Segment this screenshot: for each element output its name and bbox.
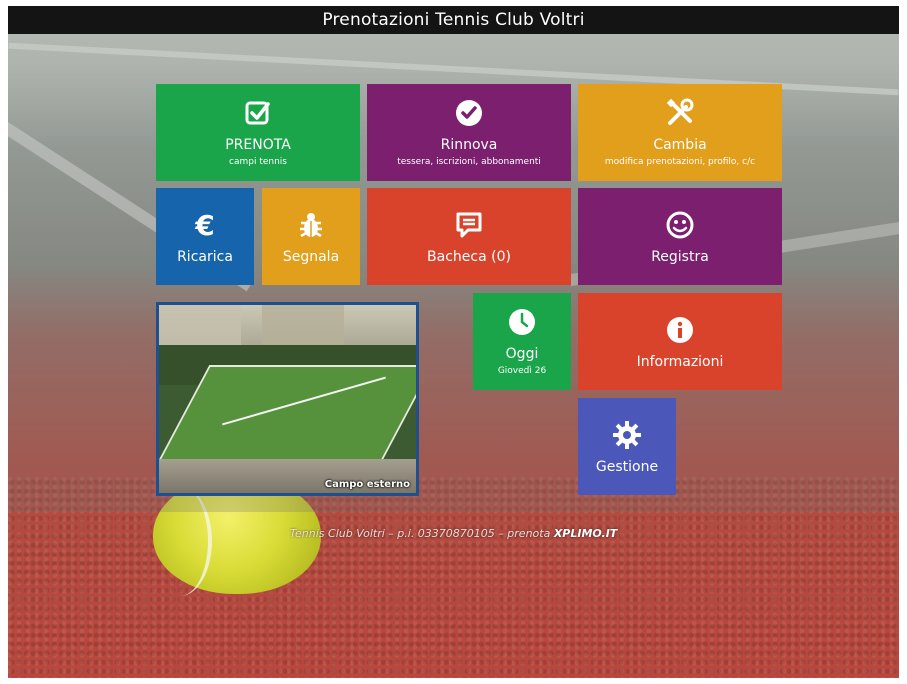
footer-separator: – — [498, 527, 508, 540]
euro-icon: € — [194, 209, 214, 241]
clock-icon — [509, 309, 535, 335]
cambia-label: Cambia — [653, 137, 707, 153]
bacheca-label: Bacheca (0) — [427, 248, 511, 265]
svg-text:€: € — [194, 209, 214, 241]
footer-brand-link[interactable]: XPLIMO.IT — [554, 527, 617, 540]
smiley-icon — [666, 211, 694, 238]
oggi-tile[interactable]: Oggi Giovedì 26 — [473, 293, 571, 390]
court-photo[interactable]: Campo esterno — [156, 302, 419, 496]
bacheca-tile[interactable]: Bacheca (0) — [367, 188, 571, 285]
footer-prenota-prefix: prenota — [507, 527, 551, 540]
informazioni-tile[interactable]: Informazioni — [578, 293, 782, 390]
oggi-date: Giovedì 26 — [497, 366, 547, 376]
segnala-tile[interactable]: Segnala — [262, 188, 360, 285]
footer-club: Tennis Club Voltri — [289, 527, 385, 540]
gestione-tile[interactable]: Gestione — [578, 398, 676, 495]
footer: Tennis Club Voltri – p.i. 03370870105 – … — [0, 527, 907, 540]
gestione-label: Gestione — [595, 458, 659, 475]
tools-icon — [666, 98, 694, 125]
checkbox-icon — [245, 101, 270, 125]
ricarica-label: Ricarica — [177, 248, 233, 265]
photo-caption: Campo esterno — [324, 479, 410, 490]
cambia-sublabel: modifica prenotazioni, profilo, c/c — [604, 157, 756, 167]
header-bar: Prenotazioni Tennis Club Voltri — [8, 6, 899, 34]
prenota-label: PRENOTA — [225, 137, 291, 153]
segnala-label: Segnala — [282, 248, 340, 265]
registra-tile[interactable]: Registra — [578, 188, 782, 285]
registra-label: Registra — [651, 248, 709, 265]
check-circle-icon — [456, 100, 482, 126]
cambia-tile[interactable]: Cambia modifica prenotazioni, profilo, c… — [578, 84, 782, 181]
message-icon — [456, 212, 482, 237]
rinnova-label: Rinnova — [440, 137, 498, 153]
rinnova-tile[interactable]: Rinnova tessera, iscrizioni, abbonamenti — [367, 84, 571, 181]
ricarica-tile[interactable]: € Ricarica — [156, 188, 254, 285]
info-icon — [667, 316, 693, 343]
footer-vat: p.i. 03370870105 — [397, 527, 495, 540]
page-title: Prenotazioni Tennis Club Voltri — [322, 10, 585, 30]
prenota-sublabel: campi tennis — [229, 157, 287, 167]
informazioni-label: Informazioni — [636, 353, 724, 370]
rinnova-sublabel: tessera, iscrizioni, abbonamenti — [397, 157, 541, 167]
prenota-tile[interactable]: PRENOTA campi tennis — [156, 84, 360, 181]
oggi-label: Oggi — [505, 346, 539, 362]
footer-separator: – — [388, 527, 398, 540]
bug-icon — [300, 212, 322, 237]
gear-icon — [613, 420, 641, 449]
